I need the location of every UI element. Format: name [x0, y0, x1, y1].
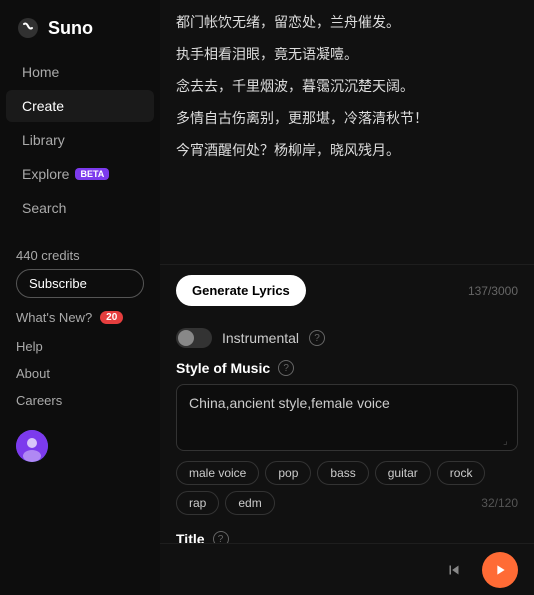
- lyrics-char-count: 137/3000: [468, 284, 518, 298]
- sidebar-item-careers[interactable]: Careers: [0, 387, 160, 414]
- tag-rap[interactable]: rap: [176, 491, 219, 515]
- avatar: [16, 430, 48, 462]
- lyrics-line-3: 念去去，千里烟波，暮霭沉沉楚天阔。: [176, 72, 518, 100]
- sidebar-item-search[interactable]: Search: [6, 192, 154, 224]
- style-char-count: 32/120: [481, 496, 518, 510]
- generate-lyrics-button[interactable]: Generate Lyrics: [176, 275, 306, 306]
- credits-display: 440 credits: [0, 248, 160, 263]
- sidebar-item-about[interactable]: About: [0, 360, 160, 387]
- logo-text: Suno: [48, 18, 93, 39]
- suno-logo-icon: [16, 16, 40, 40]
- sidebar: Suno Home Create Library Explore BETA Se…: [0, 0, 160, 595]
- sidebar-item-library[interactable]: Library: [6, 124, 154, 156]
- tag-rock[interactable]: rock: [437, 461, 486, 485]
- skip-back-button[interactable]: [436, 552, 472, 588]
- generate-row: Generate Lyrics 137/3000: [160, 264, 534, 316]
- lyrics-text: 都门帐饮无绪，留恋处，兰舟催发。 执手相看泪眼，竟无语凝噎。 念去去，千里烟波，…: [176, 8, 518, 164]
- tag-guitar[interactable]: guitar: [375, 461, 431, 485]
- toggle-thumb: [178, 330, 194, 346]
- whats-new-badge: 20: [100, 311, 123, 324]
- lyrics-line-2: 执手相看泪眼，竟无语凝噎。: [176, 40, 518, 68]
- sidebar-item-home[interactable]: Home: [6, 56, 154, 88]
- sidebar-nav: Home Create Library Explore BETA Search: [0, 56, 160, 224]
- lyrics-line-5: 今宵酒醒何处？杨柳岸，晓风残月。: [176, 136, 518, 164]
- instrumental-label: Instrumental: [222, 330, 299, 346]
- sidebar-item-help[interactable]: Help: [0, 333, 160, 360]
- user-avatar-row[interactable]: [0, 422, 160, 470]
- sidebar-item-explore[interactable]: Explore BETA: [6, 158, 154, 190]
- tag-bass[interactable]: bass: [317, 461, 368, 485]
- beta-badge: BETA: [75, 168, 109, 180]
- skip-back-icon: [445, 561, 463, 579]
- tag-male-voice[interactable]: male voice: [176, 461, 259, 485]
- instrumental-row: Instrumental ?: [160, 316, 534, 360]
- lyrics-area[interactable]: 都门帐饮无绪，留恋处，兰舟催发。 执手相看泪眼，竟无语凝噎。 念去去，千里烟波，…: [160, 0, 534, 264]
- style-section: Style of Music ? ⌟ male voice pop bass g…: [160, 360, 534, 523]
- player-bar: [160, 543, 534, 595]
- instrumental-toggle[interactable]: [176, 328, 212, 348]
- logo: Suno: [0, 16, 160, 56]
- style-textarea-wrapper: ⌟: [176, 384, 518, 451]
- play-button[interactable]: [482, 552, 518, 588]
- style-input[interactable]: [189, 395, 505, 435]
- whats-new-item[interactable]: What's New? 20: [0, 302, 160, 333]
- instrumental-help-icon[interactable]: ?: [309, 330, 325, 346]
- play-icon: [492, 562, 508, 578]
- tags-row: male voice pop bass guitar rock rap edm …: [176, 461, 518, 515]
- lyrics-line-4: 多情自古伤离别，更那堪，冷落清秋节！: [176, 104, 518, 132]
- subscribe-button[interactable]: Subscribe: [16, 269, 144, 298]
- style-help-icon[interactable]: ?: [278, 360, 294, 376]
- tag-edm[interactable]: edm: [225, 491, 274, 515]
- lyrics-line-1: 都门帐饮无绪，留恋处，兰舟催发。: [176, 8, 518, 36]
- style-label: Style of Music: [176, 360, 270, 376]
- sidebar-item-create[interactable]: Create: [6, 90, 154, 122]
- resize-handle-icon: ⌟: [503, 436, 513, 446]
- tag-pop[interactable]: pop: [265, 461, 311, 485]
- main-content: 都门帐饮无绪，留恋处，兰舟催发。 执手相看泪眼，竟无语凝噎。 念去去，千里烟波，…: [160, 0, 534, 595]
